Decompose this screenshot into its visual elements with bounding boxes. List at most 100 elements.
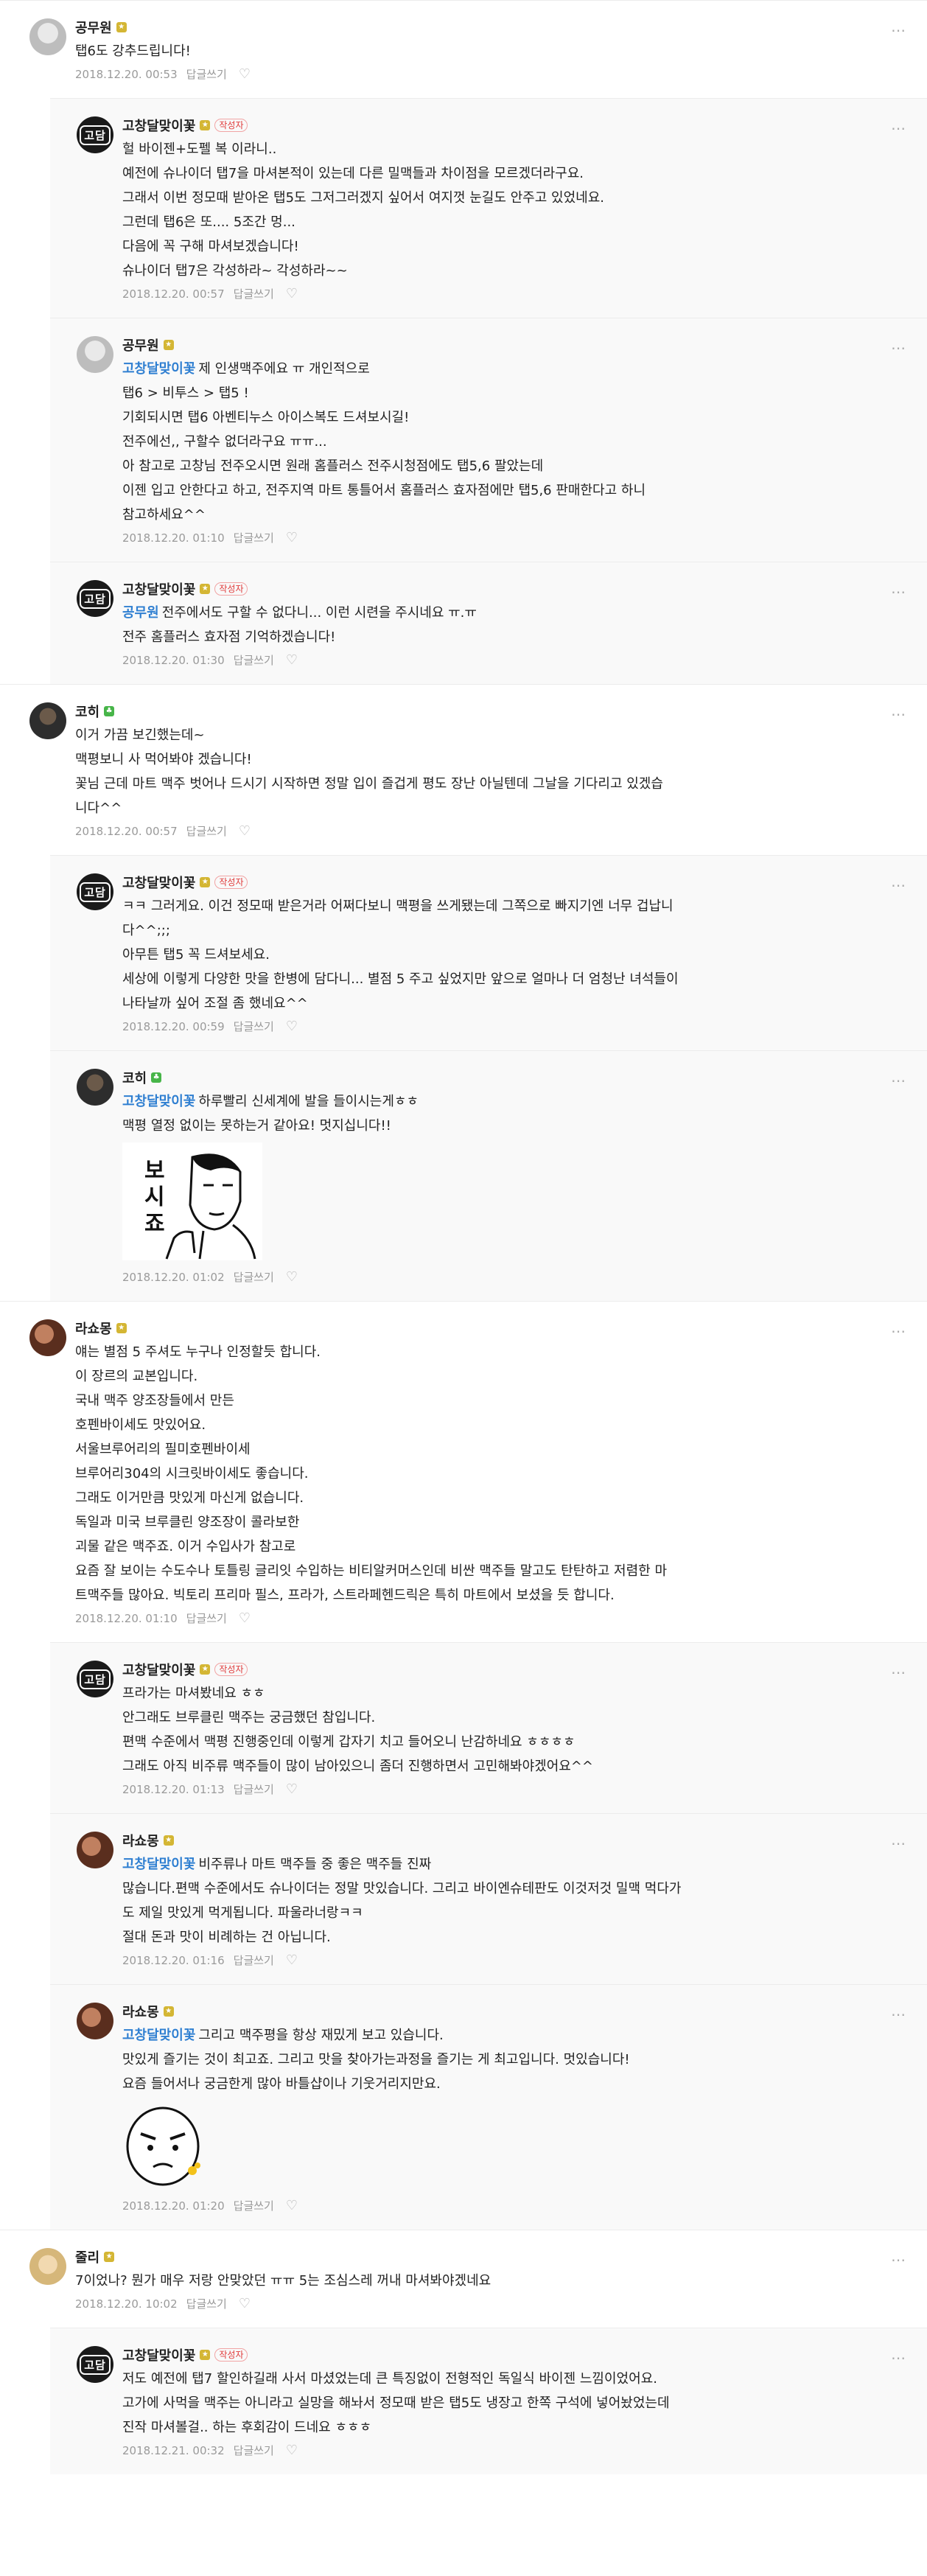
- comment-text-content: 이거 가끔 보긴했는데~ 맥평보니 사 먹어봐야 겠습니다! 꽃님 근데 마트 …: [75, 727, 663, 816]
- more-options-icon[interactable]: ⋯: [891, 1322, 906, 1340]
- user-name[interactable]: 고창달맞이꽃: [122, 873, 195, 892]
- more-options-icon[interactable]: ⋯: [891, 119, 906, 137]
- reply-button[interactable]: 답글쓰기: [186, 823, 227, 839]
- avatar[interactable]: [29, 18, 66, 55]
- user-name[interactable]: 코히: [122, 1068, 147, 1087]
- avatar[interactable]: 고담: [77, 116, 113, 153]
- user-name[interactable]: 고창달맞이꽃: [122, 2345, 195, 2364]
- mention-link[interactable]: 고창달맞이꽃: [122, 2028, 195, 2043]
- reply-button[interactable]: 답글쓰기: [234, 2443, 274, 2458]
- more-options-icon[interactable]: ⋯: [891, 1664, 906, 1681]
- avatar[interactable]: 고담: [77, 2346, 113, 2383]
- avatar[interactable]: [29, 702, 66, 739]
- user-name[interactable]: 라쇼몽: [122, 1831, 159, 1850]
- reply-comment: 라쇼몽 ★ 고창달맞이꽃 비주류나 마트 맥주들 중 좋은 맥주들 진짜 많습니다.편…: [50, 1813, 927, 1984]
- heart-icon[interactable]: ♡: [239, 66, 251, 82]
- reply-comment: 고담 고창달맞이꽃 ★ 작성자 공무원 전주에서도 구할 수 없다니... 이런 시련을 …: [50, 562, 927, 684]
- heart-icon[interactable]: ♡: [286, 2443, 298, 2458]
- avatar[interactable]: [77, 2003, 113, 2039]
- comment-text: ㅋㅋ 그러게요. 이건 정모때 받은거라 어쩌다보니 맥평을 쓰게됐는데 그쪽으…: [122, 894, 868, 1016]
- level-badge-icon: ★: [163, 340, 174, 350]
- reply-comment: 공무원 ★ 고창달맞이꽃 제 인생맥주에요 ㅠ 개인적으로 탭6 > 비투스 > 탭5…: [50, 318, 927, 562]
- user-name[interactable]: 라쇼몽: [122, 2002, 159, 2021]
- mention-link[interactable]: 고창달맞이꽃: [122, 1857, 195, 1872]
- more-options-icon[interactable]: ⋯: [891, 1835, 906, 1852]
- more-options-icon[interactable]: ⋯: [891, 2251, 906, 2269]
- heart-icon[interactable]: ♡: [286, 1781, 298, 1797]
- comment-date: 2018.12.20. 00:53: [75, 67, 178, 81]
- comment-body: 고창달맞이꽃 ★ 작성자 헐 바이젠+도펠 복 이라니.. 예전에 슈나이더 탭7을 …: [122, 99, 927, 318]
- reply-button[interactable]: 답글쓰기: [234, 1019, 274, 1034]
- user-name[interactable]: 공무원: [75, 18, 112, 37]
- more-options-icon[interactable]: ⋯: [891, 583, 906, 601]
- user-name[interactable]: 공무원: [122, 335, 159, 355]
- reply-button[interactable]: 답글쓰기: [186, 66, 227, 82]
- reply-comment: 고담 고창달맞이꽃 ★ 작성자 프라가는 마셔봤네요 ㅎㅎ 안그래도 브루클린 맥주는 …: [50, 1642, 927, 1813]
- heart-icon[interactable]: ♡: [286, 2198, 298, 2213]
- more-options-icon[interactable]: ⋯: [891, 2349, 906, 2367]
- reply-button[interactable]: 답글쓰기: [186, 2296, 227, 2311]
- comment-text: 얘는 별점 5 주셔도 누구나 인정할듯 합니다. 이 장르의 교본입니다. 국…: [75, 1340, 868, 1608]
- user-name[interactable]: 코히: [75, 702, 99, 721]
- heart-icon[interactable]: ♡: [286, 652, 298, 668]
- avatar[interactable]: 고담: [77, 580, 113, 617]
- user-name[interactable]: 고창달맞이꽃: [122, 1660, 195, 1679]
- more-options-icon[interactable]: ⋯: [891, 876, 906, 894]
- more-options-icon[interactable]: ⋯: [891, 339, 906, 357]
- mention-link[interactable]: 공무원: [122, 605, 159, 621]
- reply-button[interactable]: 답글쓰기: [234, 1781, 274, 1797]
- heart-icon[interactable]: ♡: [239, 823, 251, 839]
- user-name[interactable]: 줄리: [75, 2247, 99, 2266]
- heart-icon[interactable]: ♡: [286, 1269, 298, 1285]
- avatar[interactable]: [29, 1319, 66, 1356]
- heart-icon[interactable]: ♡: [286, 530, 298, 545]
- author-tag: 작성자: [214, 876, 248, 889]
- avatar[interactable]: [29, 2248, 66, 2285]
- heart-icon[interactable]: ♡: [239, 1610, 251, 1626]
- brand-logo: 고담: [80, 1669, 111, 1689]
- comment-text: 이거 가끔 보긴했는데~ 맥평보니 사 먹어봐야 겠습니다! 꽃님 근데 마트 …: [75, 723, 868, 820]
- author-tag: 작성자: [214, 119, 248, 132]
- comment-meta: 2018.12.21. 00:32 답글쓰기 ♡: [122, 2443, 868, 2474]
- more-options-icon[interactable]: ⋯: [891, 705, 906, 723]
- avatar[interactable]: [77, 1069, 113, 1106]
- comment-date: 2018.12.20. 01:10: [75, 1611, 178, 1625]
- comment-meta: 2018.12.20. 01:10 답글쓰기 ♡: [75, 1610, 868, 1642]
- mention-link[interactable]: 고창달맞이꽃: [122, 1094, 195, 1109]
- level-badge-icon: ★: [200, 2350, 211, 2360]
- sticker-image: [122, 2101, 868, 2192]
- user-name[interactable]: 고창달맞이꽃: [122, 579, 195, 598]
- reply-button[interactable]: 답글쓰기: [234, 286, 274, 301]
- reply-button[interactable]: 답글쓰기: [186, 1610, 227, 1626]
- comment-text: 고창달맞이꽃 제 인생맥주에요 ㅠ 개인적으로 탭6 > 비투스 > 탭5 ! 기…: [122, 357, 868, 527]
- comment-text-content: 탭6도 강추드립니다!: [75, 43, 191, 59]
- mention-link[interactable]: 고창달맞이꽃: [122, 361, 195, 377]
- more-options-icon[interactable]: ⋯: [891, 1072, 906, 1089]
- reply-button[interactable]: 답글쓰기: [234, 652, 274, 668]
- heart-icon[interactable]: ♡: [239, 2296, 251, 2311]
- avatar[interactable]: 고담: [77, 1661, 113, 1697]
- comment-text-content: 얘는 별점 5 주셔도 누구나 인정할듯 합니다. 이 장르의 교본입니다. 국…: [75, 1344, 668, 1603]
- heart-icon[interactable]: ♡: [286, 1952, 298, 1968]
- heart-icon[interactable]: ♡: [286, 286, 298, 301]
- avatar[interactable]: [77, 336, 113, 373]
- heart-icon[interactable]: ♡: [286, 1019, 298, 1034]
- user-name[interactable]: 라쇼몽: [75, 1319, 112, 1338]
- more-options-icon[interactable]: ⋯: [891, 2006, 906, 2023]
- more-options-icon[interactable]: ⋯: [891, 21, 906, 39]
- comment-body: 공무원 ★ 고창달맞이꽃 제 인생맥주에요 ㅠ 개인적으로 탭6 > 비투스 > 탭5…: [122, 318, 927, 562]
- comment-date: 2018.12.20. 01:10: [122, 531, 225, 545]
- comment-date: 2018.12.20. 01:20: [122, 2199, 225, 2213]
- level-badge-icon: ★: [116, 22, 127, 32]
- avatar[interactable]: [77, 1832, 113, 1868]
- avatar[interactable]: 고담: [77, 873, 113, 910]
- name-row: 라쇼몽 ★: [122, 1830, 868, 1851]
- comment-item: 코히 ♣ 이거 가끔 보긴했는데~ 맥평보니 사 먹어봐야 겠습니다! 꽃님 근데 …: [0, 684, 927, 855]
- reply-button[interactable]: 답글쓰기: [234, 2198, 274, 2213]
- brand-logo: 고담: [80, 882, 111, 902]
- user-name[interactable]: 고창달맞이꽃: [122, 116, 195, 135]
- reply-button[interactable]: 답글쓰기: [234, 1269, 274, 1285]
- reply-button[interactable]: 답글쓰기: [234, 1952, 274, 1968]
- reply-button[interactable]: 답글쓰기: [234, 530, 274, 545]
- level-badge-icon: ★: [200, 584, 211, 594]
